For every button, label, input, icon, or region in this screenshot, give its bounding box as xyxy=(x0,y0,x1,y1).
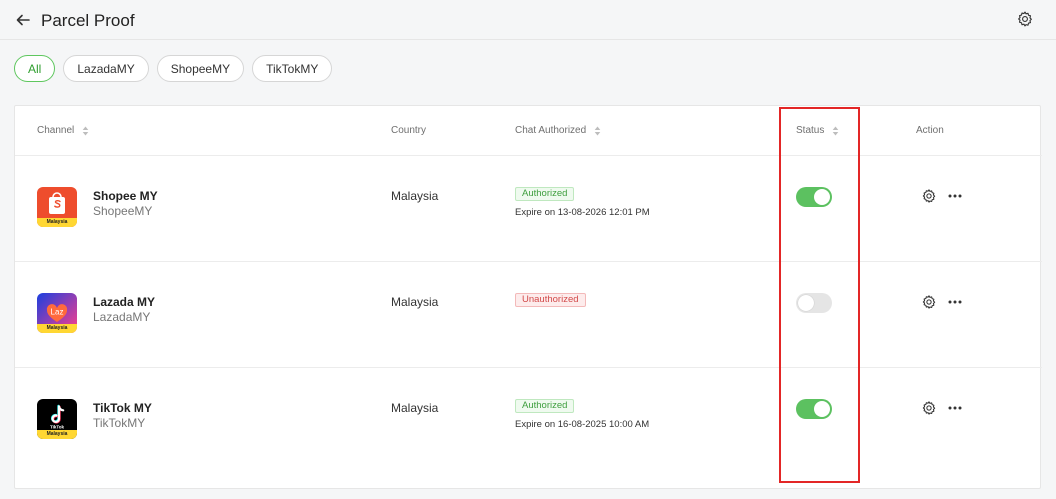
gear-icon[interactable] xyxy=(921,188,937,204)
country-value: Malaysia xyxy=(391,189,439,203)
expiry-text: Expire on 13-08-2026 12:01 PM xyxy=(515,207,650,218)
sort-icon[interactable] xyxy=(832,126,839,136)
channel-name: Lazada MY xyxy=(93,295,156,309)
shopee-logo-icon: Malaysia xyxy=(37,187,77,227)
filter-chip-shopeemy[interactable]: ShopeeMY xyxy=(156,55,245,82)
ellipsis-icon[interactable] xyxy=(947,404,963,412)
status-toggle[interactable] xyxy=(796,187,832,207)
channel-name: TikTok MY xyxy=(93,401,152,415)
toggle-knob xyxy=(814,401,830,417)
page-title: Parcel Proof xyxy=(41,11,135,30)
table-row: Malaysia Shopee MY ShopeeMY Malaysia Aut… xyxy=(15,156,1042,262)
column-header-country: Country xyxy=(391,125,427,136)
channels-table: Channel Country Chat Authorized Status A… xyxy=(14,105,1042,489)
country-value: Malaysia xyxy=(391,295,439,309)
logo-text: TikTok xyxy=(50,425,65,430)
sort-icon[interactable] xyxy=(82,126,89,136)
table-row: TikTok Malaysia TikTok MY TikTokMY Malay… xyxy=(15,368,1042,474)
logo-country-strip: Malaysia xyxy=(37,218,77,227)
tiktok-logo-icon: TikTok Malaysia xyxy=(37,399,77,439)
status-badge: Unauthorized xyxy=(515,293,586,307)
sort-icon[interactable] xyxy=(594,126,601,136)
column-header-status[interactable]: Status xyxy=(796,125,839,136)
channel-account: LazadaMY xyxy=(93,310,151,324)
channel-filter-bar: All LazadaMY ShopeeMY TikTokMY xyxy=(14,55,340,83)
column-header-action: Action xyxy=(916,125,944,136)
expiry-text: Expire on 16-08-2025 10:00 AM xyxy=(515,419,650,430)
table-row: Laz Malaysia Lazada MY LazadaMY Malaysia… xyxy=(15,262,1042,368)
logo-country-strip: Malaysia xyxy=(37,430,77,439)
ellipsis-icon[interactable] xyxy=(947,298,963,306)
gear-icon[interactable] xyxy=(921,400,937,416)
status-toggle[interactable] xyxy=(796,399,832,419)
filter-chip-all[interactable]: All xyxy=(14,55,56,82)
logo-text: Laz xyxy=(51,308,64,317)
table-header: Channel Country Chat Authorized Status A… xyxy=(15,106,1042,156)
gear-icon[interactable] xyxy=(1016,10,1034,28)
toggle-knob xyxy=(814,189,830,205)
toggle-knob xyxy=(798,295,814,311)
lazada-logo-icon: Laz Malaysia xyxy=(37,293,77,333)
channel-account: TikTokMY xyxy=(93,416,146,430)
status-toggle[interactable] xyxy=(796,293,832,313)
filter-chip-lazadamy[interactable]: LazadaMY xyxy=(63,55,149,82)
arrow-left-icon[interactable] xyxy=(14,11,32,29)
column-header-channel[interactable]: Channel xyxy=(37,125,89,136)
logo-country-strip: Malaysia xyxy=(37,324,77,333)
filter-chip-tiktokmy[interactable]: TikTokMY xyxy=(252,55,333,82)
column-header-chat-authorized[interactable]: Chat Authorized xyxy=(515,125,601,136)
channel-name: Shopee MY xyxy=(93,189,158,203)
channel-account: ShopeeMY xyxy=(93,204,153,218)
country-value: Malaysia xyxy=(391,401,439,415)
ellipsis-icon[interactable] xyxy=(947,192,963,200)
header: Parcel Proof xyxy=(0,0,1056,40)
status-badge: Authorized xyxy=(515,399,575,413)
gear-icon[interactable] xyxy=(921,294,937,310)
status-badge: Authorized xyxy=(515,187,575,201)
